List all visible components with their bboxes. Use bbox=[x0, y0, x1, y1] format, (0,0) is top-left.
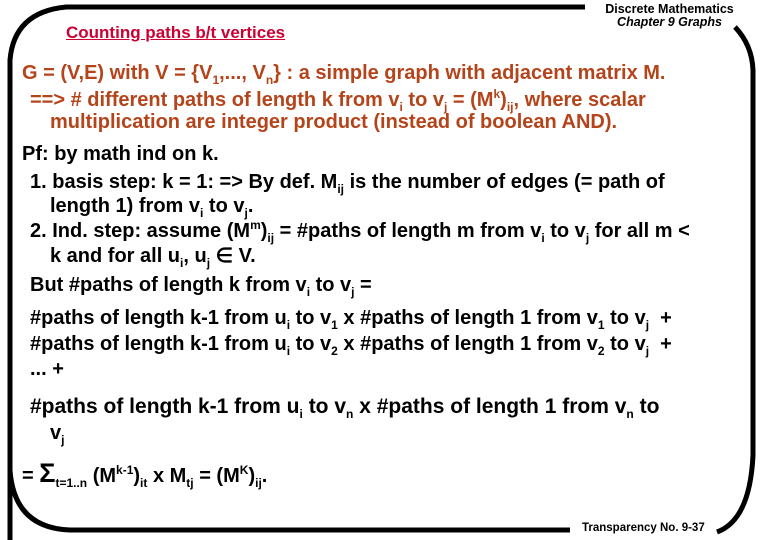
text: to v bbox=[604, 307, 646, 329]
text: , u bbox=[183, 245, 207, 267]
text: ,..., V bbox=[219, 62, 266, 84]
conclusion-formula: = Σt=1..n (Mk-1)it x Mtj = (MK)ij. bbox=[22, 460, 268, 490]
subscript: j bbox=[61, 433, 65, 447]
text: #paths of length k-1 from u bbox=[30, 307, 287, 329]
subscript: ij bbox=[337, 182, 345, 196]
text: = #paths of length m from v bbox=[274, 220, 542, 242]
statement-line-2: ==> # different paths of length k from v… bbox=[30, 88, 646, 113]
sum-ellipsis: ... + bbox=[30, 358, 64, 380]
subscript: t=1..n bbox=[55, 476, 88, 490]
text: for all m < bbox=[589, 220, 690, 242]
text: ==> # different paths of length k from v bbox=[30, 89, 400, 111]
text: + bbox=[649, 333, 672, 355]
text: . bbox=[261, 465, 268, 487]
text: 2. Ind. step: assume (M bbox=[30, 220, 251, 242]
slide-title: Counting paths b/t vertices bbox=[66, 23, 286, 42]
text: } : a simple graph with adjacent matrix … bbox=[273, 62, 666, 84]
subscript: tj bbox=[186, 476, 194, 490]
sum-term-n-continued: vj bbox=[50, 422, 65, 447]
sigma-symbol: Σ bbox=[39, 458, 56, 488]
text: But #paths of length k from v bbox=[30, 274, 307, 296]
text: to v bbox=[544, 220, 586, 242]
basis-step-line-1: 1. basis step: k = 1: => By def. Mij is … bbox=[30, 171, 665, 196]
statement-line-3: multiplication are integer product (inst… bbox=[50, 111, 618, 133]
subscript: ij bbox=[255, 476, 262, 490]
text: 1. basis step: k = 1: => By def. M bbox=[30, 171, 338, 193]
text: , where scalar bbox=[513, 89, 646, 111]
text: = (M bbox=[193, 465, 240, 487]
sum-term-2: #paths of length k-1 from ui to v2 x #pa… bbox=[30, 333, 672, 358]
transparency-number: Transparency No. 9-37 bbox=[582, 522, 705, 534]
sum-intro-line: But #paths of length k from vi to vj = bbox=[30, 274, 372, 298]
text: to v bbox=[402, 89, 444, 111]
text: x #paths of length 1 from v bbox=[353, 395, 627, 418]
text: ) bbox=[500, 89, 507, 111]
superscript: m bbox=[250, 218, 261, 232]
text: to v bbox=[203, 195, 245, 217]
induction-step-line-2: k and for all ui, uj ∈ V. bbox=[50, 245, 256, 269]
text: to v bbox=[290, 307, 332, 329]
text: x M bbox=[147, 465, 187, 487]
induction-step-line-1: 2. Ind. step: assume (Mm)ij = #paths of … bbox=[30, 218, 690, 244]
subscript: 1 bbox=[331, 318, 338, 332]
text: ∈ V. bbox=[210, 245, 256, 267]
frame-right-border bbox=[716, 25, 756, 535]
sum-term-1: #paths of length k-1 from ui to v1 x #pa… bbox=[30, 307, 672, 332]
text: v bbox=[50, 422, 62, 444]
subscript: n bbox=[626, 407, 634, 421]
superscript: k-1 bbox=[116, 463, 134, 477]
text: x #paths of length 1 from v bbox=[337, 307, 598, 329]
subscript: 2 bbox=[597, 344, 605, 358]
text: = (M bbox=[447, 89, 494, 111]
text: k and for all u bbox=[50, 245, 181, 267]
text: G = (V,E) with V = {V bbox=[22, 62, 213, 84]
subscript: 2 bbox=[331, 344, 338, 358]
text: to v bbox=[290, 333, 332, 355]
text: + bbox=[649, 307, 672, 329]
text: #paths of length k-1 from u bbox=[30, 333, 287, 355]
text: (M bbox=[87, 465, 117, 487]
text: x #paths of length 1 from v bbox=[337, 333, 598, 355]
text: #paths of length k-1 from u bbox=[30, 395, 300, 418]
text: to bbox=[633, 395, 660, 418]
text: length 1) from v bbox=[50, 195, 201, 217]
text: to v bbox=[302, 395, 347, 418]
text: is the number of edges (= path of bbox=[344, 171, 665, 193]
text: to v bbox=[604, 333, 646, 355]
text: = bbox=[354, 274, 372, 296]
basis-step-line-2: length 1) from vi to vj. bbox=[50, 195, 254, 219]
statement-line-1: G = (V,E) with V = {V1,..., Vn} : a simp… bbox=[22, 62, 666, 86]
text: to v bbox=[310, 274, 352, 296]
text: = bbox=[22, 465, 40, 487]
course-header: Discrete Mathematics Chapter 9 Graphs bbox=[592, 3, 747, 29]
proof-heading: Pf: by math ind on k. bbox=[22, 143, 219, 165]
subscript: 1 bbox=[597, 318, 605, 332]
text: . bbox=[247, 195, 254, 217]
chapter-name: Chapter 9 Graphs bbox=[617, 15, 722, 29]
sum-term-n: #paths of length k-1 from ui to vn x #pa… bbox=[30, 395, 660, 421]
